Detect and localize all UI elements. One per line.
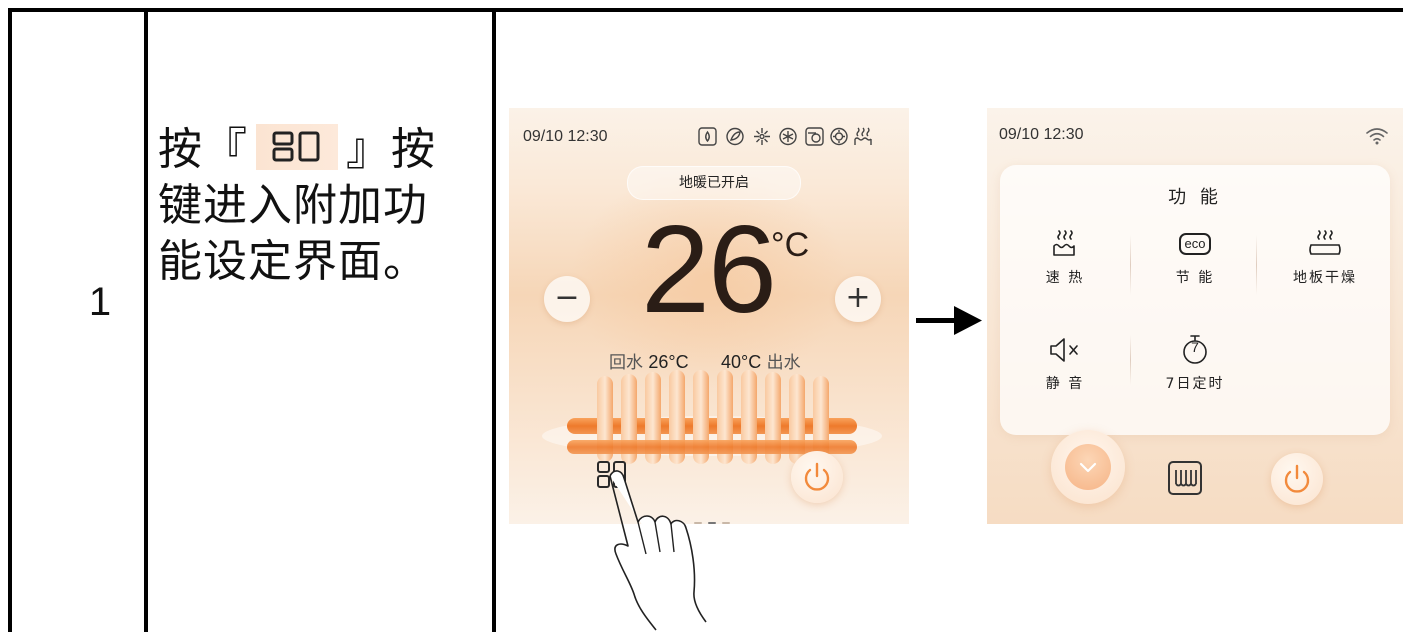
heat-waves-icon xyxy=(854,127,872,145)
minus-button[interactable]: − xyxy=(544,276,590,322)
instruction-part2: 』按 xyxy=(346,124,436,175)
fan-icon xyxy=(754,128,770,145)
function-label: 7日定时 xyxy=(1165,376,1225,392)
function-label: 静 音 xyxy=(1045,376,1085,392)
collapse-button-inner xyxy=(1065,444,1111,490)
function-screen: 09/10 12:30 功 能 速 热 eco 节 能 地板干燥 静 音 7 7… xyxy=(987,108,1403,524)
leaf-icon xyxy=(726,127,744,146)
instruction-text: 按『 』按 键进入附加功 能设定界面。 xyxy=(158,122,488,290)
chevron-down-icon xyxy=(1079,462,1097,473)
radiator-mode-button[interactable] xyxy=(1167,460,1203,496)
water-drop-icon xyxy=(698,127,717,146)
collapse-button[interactable] xyxy=(1051,430,1125,504)
instruction-line3: 能设定界面。 xyxy=(158,236,428,287)
plus-button[interactable]: + xyxy=(835,276,881,322)
temperature-value: 26 xyxy=(641,201,777,339)
table-border-left xyxy=(8,8,12,632)
temperature-unit: °C xyxy=(771,226,810,264)
function-item-floor-dry[interactable]: 地板干燥 xyxy=(1280,227,1370,287)
status-icons xyxy=(698,127,872,146)
table-border-top xyxy=(8,8,1403,12)
function-label: 速 热 xyxy=(1045,270,1085,286)
power-icon xyxy=(1284,464,1310,493)
datetime: 09/10 12:30 xyxy=(999,126,1084,143)
mute-icon xyxy=(1050,338,1078,362)
table-divider-2 xyxy=(492,8,496,632)
panel-title: 功 能 xyxy=(1168,187,1222,208)
datetime: 09/10 12:30 xyxy=(523,128,608,145)
timer-digit: 7 xyxy=(1191,339,1199,355)
power-icon xyxy=(804,462,830,491)
instruction-line2: 键进入附加功 xyxy=(158,180,428,231)
hand-pointer-icon xyxy=(609,470,707,631)
schedule-icon xyxy=(805,127,824,146)
status-pill: 地暖已开启 xyxy=(627,166,801,200)
step-number: 1 xyxy=(88,280,112,324)
sun-gear-icon xyxy=(830,127,848,146)
function-item-eco[interactable]: eco 节 能 xyxy=(1160,227,1230,287)
power-button[interactable] xyxy=(791,451,843,503)
divider xyxy=(1130,335,1131,385)
function-panel: 功 能 速 热 eco 节 能 地板干燥 静 音 7 7日定时 xyxy=(1000,165,1390,435)
divider xyxy=(1256,235,1257,295)
function-label: 地板干燥 xyxy=(1293,270,1357,286)
flow-arrow-icon xyxy=(954,306,982,335)
divider xyxy=(1130,235,1131,295)
instruction-part1: 按『 xyxy=(158,124,248,175)
function-item-fast-heat[interactable]: 速 热 xyxy=(1030,227,1100,287)
power-button[interactable] xyxy=(1271,453,1323,505)
function-label: 节 能 xyxy=(1175,270,1215,286)
eco-icon: eco xyxy=(1178,233,1212,255)
floor-dry-icon xyxy=(1309,230,1341,255)
function-item-mute[interactable]: 静 音 xyxy=(1030,333,1100,393)
table-divider-1 xyxy=(144,8,148,632)
function-key-icon xyxy=(256,124,338,170)
flow-arrow-line xyxy=(916,318,958,323)
wifi-icon xyxy=(1366,128,1388,145)
page-indicator xyxy=(1179,518,1207,524)
fast-heat-icon xyxy=(1053,230,1075,256)
function-item-timer[interactable]: 7 7日定时 xyxy=(1160,333,1230,393)
snowflake-icon xyxy=(779,127,797,146)
